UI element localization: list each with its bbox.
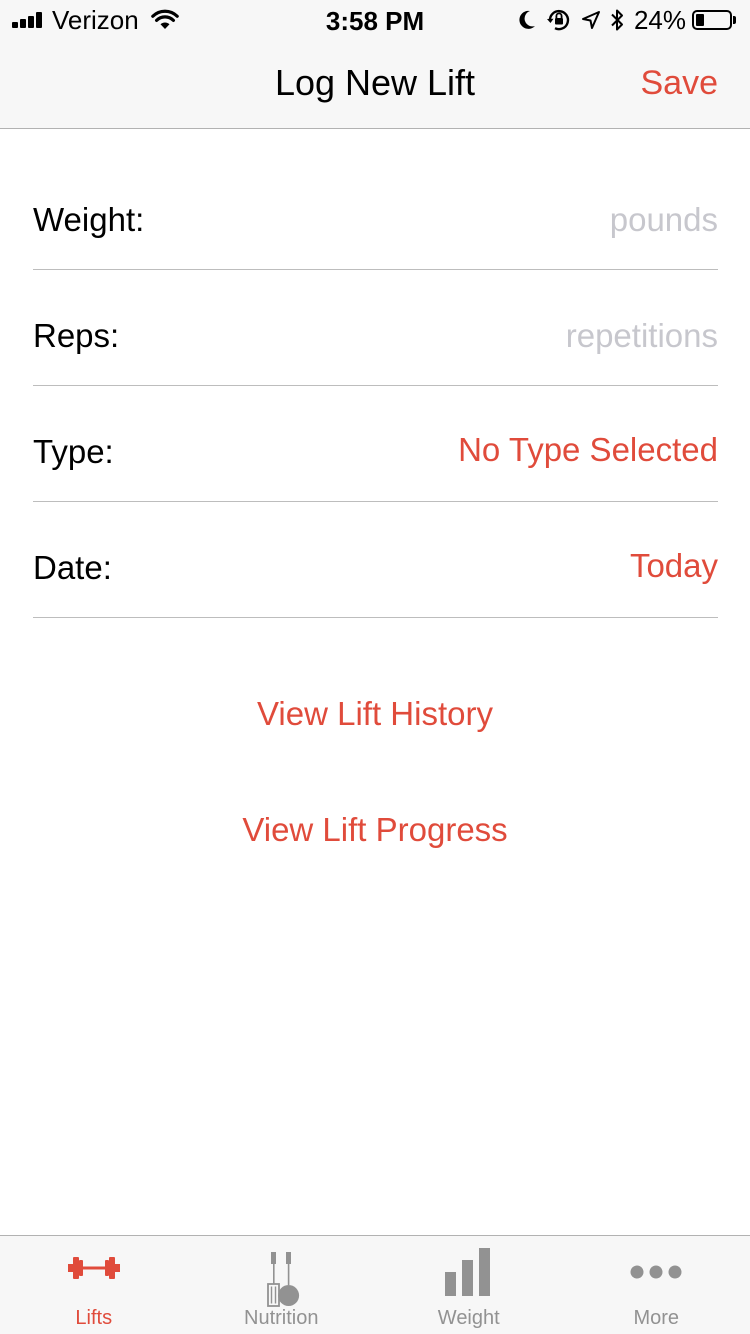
navigation-bar: Log New Lift Save xyxy=(0,40,750,129)
location-arrow-icon xyxy=(581,11,600,29)
type-label: Type: xyxy=(33,433,114,470)
tab-bar: Lifts Nutrition Weight More xyxy=(0,1235,750,1334)
tab-more-label: More xyxy=(633,1307,680,1329)
type-selector[interactable]: No Type Selected xyxy=(458,431,718,469)
date-selector[interactable]: Today xyxy=(630,547,718,585)
page-title: Log New Lift xyxy=(274,62,476,103)
battery-cap xyxy=(733,16,736,24)
type-row[interactable]: Type: No Type Selected xyxy=(33,386,718,502)
tab-weight[interactable]: Weight xyxy=(375,1236,563,1334)
bluetooth-icon xyxy=(611,9,623,31)
utensils-icon xyxy=(267,1252,300,1307)
lift-form: Weight: Reps: Type: No Type Selected Dat… xyxy=(33,154,718,618)
tab-more[interactable]: More xyxy=(563,1236,750,1334)
date-row[interactable]: Date: Today xyxy=(33,502,718,618)
battery-level xyxy=(696,14,704,26)
reps-row: Reps: xyxy=(33,270,718,386)
save-button[interactable]: Save xyxy=(641,64,719,103)
tab-weight-label: Weight xyxy=(437,1307,500,1329)
tab-nutrition[interactable]: Nutrition xyxy=(188,1236,376,1334)
reps-label: Reps: xyxy=(33,317,120,354)
status-right: 24% xyxy=(508,4,736,35)
battery-icon xyxy=(692,10,732,30)
more-dots-icon xyxy=(630,1265,682,1279)
date-label: Date: xyxy=(33,549,112,586)
dumbbell-icon xyxy=(67,1257,120,1279)
weight-label: Weight: xyxy=(33,201,145,238)
moon-icon xyxy=(519,10,535,29)
tab-nutrition-label: Nutrition xyxy=(244,1307,319,1329)
view-lift-progress-button[interactable]: View Lift Progress xyxy=(0,811,750,849)
view-lift-history-button[interactable]: View Lift History xyxy=(0,695,750,733)
weight-input[interactable] xyxy=(298,201,718,239)
weight-row: Weight: xyxy=(33,154,718,270)
log-new-lift-screen: Verizon 3:58 PM 24% Log New Lift Save We… xyxy=(0,0,750,1334)
tab-lifts-label: Lifts xyxy=(75,1307,113,1329)
status-bar: Verizon 3:58 PM 24% xyxy=(0,0,750,40)
reps-input[interactable] xyxy=(298,317,718,355)
battery-percent: 24% xyxy=(633,4,686,35)
tab-lifts[interactable]: Lifts xyxy=(0,1236,188,1334)
orientation-lock-icon xyxy=(546,9,570,31)
bar-chart-icon xyxy=(444,1248,490,1296)
